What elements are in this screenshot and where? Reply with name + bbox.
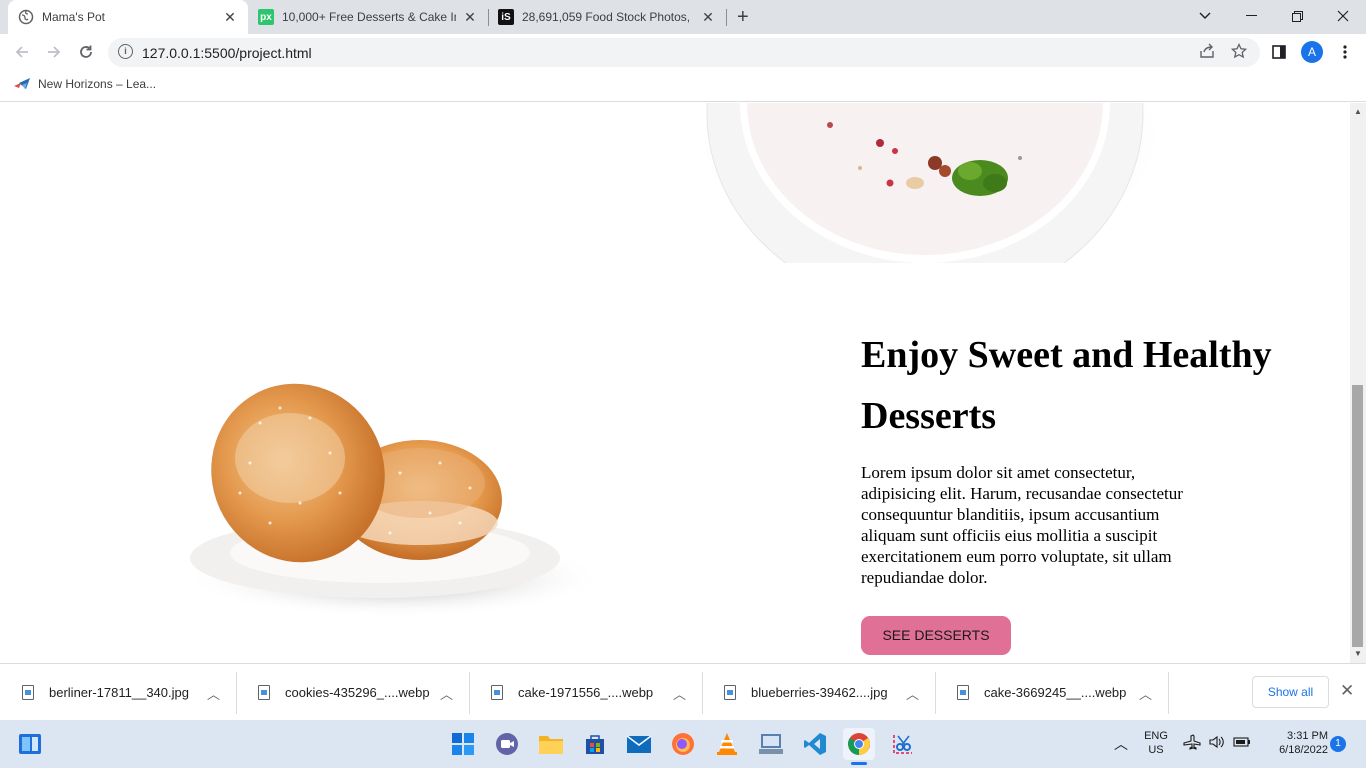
tab-search-chevron-icon[interactable] bbox=[1182, 0, 1228, 32]
downloads-shelf: berliner-17811__340.jpg ︿ cookies-435296… bbox=[0, 663, 1366, 720]
download-separator bbox=[1168, 672, 1169, 714]
close-tab-icon[interactable]: ✕ bbox=[222, 9, 238, 26]
donuts-image bbox=[180, 363, 605, 626]
new-tab-button[interactable]: + bbox=[737, 6, 749, 29]
back-icon[interactable] bbox=[8, 38, 36, 66]
download-item[interactable]: cake-3669245__....webp ︿ bbox=[935, 664, 1168, 721]
tab-separator bbox=[726, 9, 727, 26]
close-window-icon[interactable] bbox=[1320, 0, 1366, 32]
start-icon[interactable] bbox=[447, 728, 479, 760]
snipping-tool-icon[interactable] bbox=[887, 728, 919, 760]
chevron-up-icon[interactable]: ︿ bbox=[906, 684, 919, 703]
minimize-icon[interactable] bbox=[1228, 0, 1274, 32]
tab-strip: Mama's Pot ✕ px 10,000+ Free Desserts & … bbox=[0, 0, 1366, 34]
download-filename: cake-3669245__....webp bbox=[984, 685, 1127, 700]
page-paragraph: Lorem ipsum dolor sit amet consectetur, … bbox=[861, 463, 1183, 587]
scroll-thumb[interactable] bbox=[1352, 385, 1363, 647]
profile-avatar[interactable]: A bbox=[1301, 41, 1323, 63]
bookmark-label: New Horizons – Lea... bbox=[38, 77, 157, 91]
download-filename: blueberries-39462....jpg bbox=[751, 685, 888, 700]
close-tab-icon[interactable]: ✕ bbox=[462, 9, 478, 26]
globe-icon bbox=[18, 9, 34, 25]
tab-title: Mama's Pot bbox=[42, 10, 105, 24]
url-text: 127.0.0.1:5500/project.html bbox=[142, 45, 312, 61]
battery-icon[interactable] bbox=[1233, 734, 1251, 753]
chrome-icon[interactable] bbox=[843, 728, 875, 760]
network-app-icon[interactable] bbox=[755, 728, 787, 760]
download-item[interactable]: blueberries-39462....jpg ︿ bbox=[702, 664, 935, 721]
clock[interactable]: 3:31 PM 6/18/2022 bbox=[1262, 730, 1328, 756]
download-item[interactable]: berliner-17811__340.jpg ︿ bbox=[0, 664, 236, 721]
chevron-up-icon[interactable]: ︿ bbox=[440, 684, 453, 703]
food-plate-image bbox=[690, 103, 1165, 309]
language-indicator[interactable]: ENG US bbox=[1140, 730, 1172, 756]
tab-istock[interactable]: iS 28,691,059 Food Stock Photos, Pi ✕ bbox=[488, 0, 726, 34]
language-line1: ENG bbox=[1144, 730, 1168, 742]
image-file-icon bbox=[491, 685, 503, 700]
close-tab-icon[interactable]: ✕ bbox=[700, 9, 716, 26]
mail-icon[interactable] bbox=[623, 728, 655, 760]
download-filename: berliner-17811__340.jpg bbox=[49, 685, 189, 700]
widgets-icon[interactable] bbox=[14, 728, 46, 760]
istock-icon: iS bbox=[498, 9, 514, 25]
clock-date: 6/18/2022 bbox=[1279, 744, 1328, 756]
bookmark-star-icon[interactable] bbox=[1230, 42, 1248, 63]
menu-kebab-icon[interactable] bbox=[1331, 38, 1359, 66]
forward-icon[interactable] bbox=[40, 38, 68, 66]
active-app-indicator bbox=[851, 762, 867, 765]
image-file-icon bbox=[258, 685, 270, 700]
airplane-mode-icon[interactable] bbox=[1183, 734, 1201, 753]
close-downloads-icon[interactable]: ✕ bbox=[1340, 681, 1354, 701]
scroll-down-icon[interactable]: ▼ bbox=[1354, 649, 1362, 658]
restore-icon[interactable] bbox=[1274, 0, 1320, 32]
download-filename: cookies-435296_....webp bbox=[285, 685, 430, 700]
pixabay-icon: px bbox=[258, 9, 274, 25]
tab-title: 28,691,059 Food Stock Photos, Pi bbox=[522, 10, 694, 24]
teams-chat-icon[interactable] bbox=[491, 728, 523, 760]
show-all-downloads-button[interactable]: Show all bbox=[1252, 676, 1329, 708]
share-icon[interactable] bbox=[1199, 43, 1215, 63]
page-scrollbar[interactable]: ▲ ▼ bbox=[1350, 103, 1366, 663]
scroll-up-icon[interactable]: ▲ bbox=[1354, 107, 1362, 116]
chevron-up-icon[interactable]: ︿ bbox=[1139, 684, 1152, 703]
chevron-up-icon[interactable]: ︿ bbox=[207, 684, 220, 703]
bookmark-new-horizons[interactable]: New Horizons – Lea... bbox=[14, 77, 156, 91]
notification-badge[interactable]: 1 bbox=[1330, 736, 1346, 752]
download-filename: cake-1971556_....webp bbox=[518, 685, 654, 700]
browser-toolbar: i 127.0.0.1:5500/project.html bbox=[0, 34, 1366, 70]
page-viewport: Enjoy Sweet and Healthy Desserts Lorem i… bbox=[0, 103, 1350, 663]
reload-icon[interactable] bbox=[72, 38, 100, 66]
download-item[interactable]: cake-1971556_....webp ︿ bbox=[469, 664, 702, 721]
microsoft-store-icon[interactable] bbox=[579, 728, 611, 760]
see-desserts-button[interactable]: SEE DESSERTS bbox=[861, 616, 1011, 655]
image-file-icon bbox=[957, 685, 969, 700]
image-file-icon bbox=[724, 685, 736, 700]
page-heading: Enjoy Sweet and Healthy Desserts bbox=[861, 334, 1272, 437]
vscode-icon[interactable] bbox=[799, 728, 831, 760]
tab-pixabay[interactable]: px 10,000+ Free Desserts & Cake Im ✕ bbox=[248, 0, 488, 34]
address-bar[interactable]: i 127.0.0.1:5500/project.html bbox=[108, 38, 1260, 67]
side-panel-icon[interactable] bbox=[1265, 38, 1293, 66]
vlc-icon[interactable] bbox=[711, 728, 743, 760]
firefox-icon[interactable] bbox=[667, 728, 699, 760]
windows-taskbar: ︿ ENG US 3:31 PM 6/18/2022 1 bbox=[0, 720, 1366, 768]
chevron-up-icon[interactable]: ︿ bbox=[673, 684, 686, 703]
file-explorer-icon[interactable] bbox=[535, 728, 567, 760]
language-line2: US bbox=[1148, 744, 1164, 756]
new-horizons-icon bbox=[14, 78, 31, 90]
clock-time: 3:31 PM bbox=[1287, 730, 1328, 742]
site-info-icon[interactable]: i bbox=[118, 44, 133, 59]
tab-mamas-pot[interactable]: Mama's Pot ✕ bbox=[8, 0, 248, 34]
volume-icon[interactable] bbox=[1208, 734, 1226, 753]
download-item[interactable]: cookies-435296_....webp ︿ bbox=[236, 664, 469, 721]
show-hidden-icons-chevron[interactable]: ︿ bbox=[1114, 734, 1128, 754]
image-file-icon bbox=[22, 685, 34, 700]
bookmarks-bar: New Horizons – Lea... bbox=[0, 70, 1366, 102]
tab-title: 10,000+ Free Desserts & Cake Im bbox=[282, 10, 456, 24]
